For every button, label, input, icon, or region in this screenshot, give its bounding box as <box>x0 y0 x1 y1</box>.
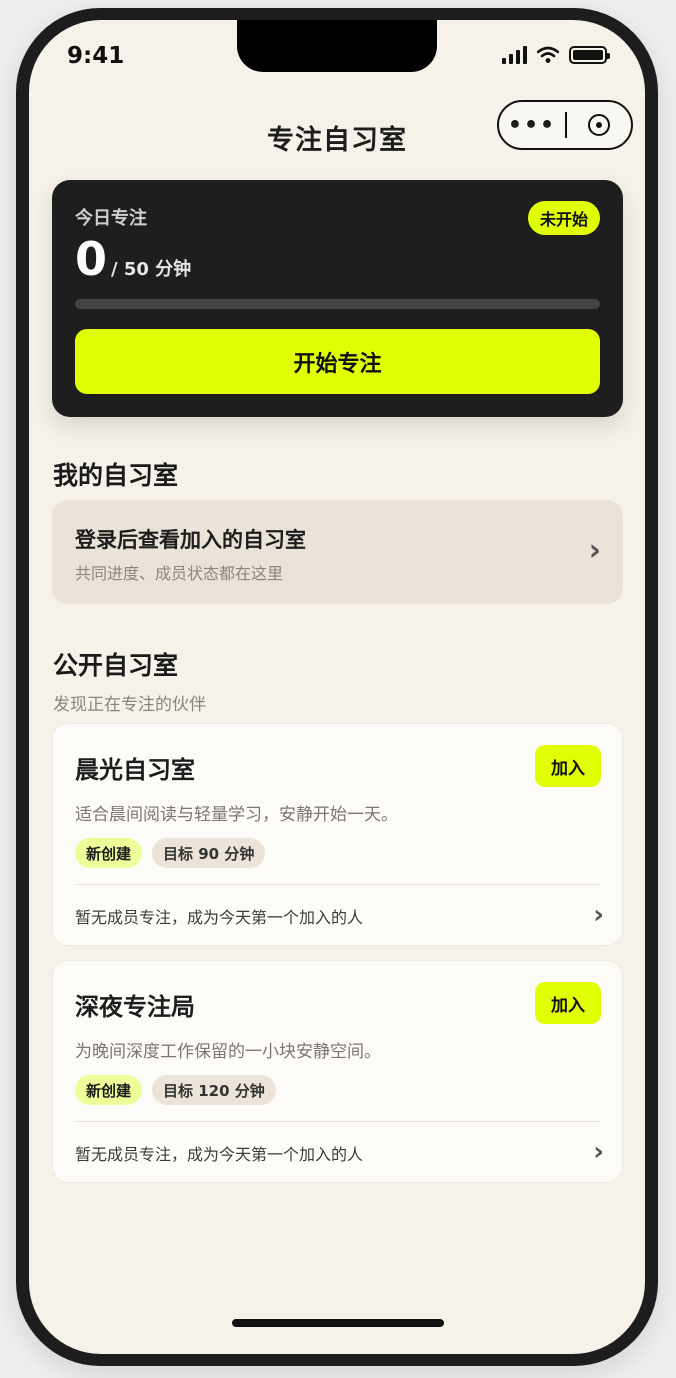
login-prompt-subtitle: 共同进度、成员状态都在这里 <box>75 564 284 583</box>
room-card[interactable]: 晨光自习室 加入 适合晨间阅读与轻量学习，安静开始一天。 新创建 目标 90 分… <box>52 723 623 946</box>
home-indicator <box>232 1319 444 1327</box>
join-button[interactable]: 加入 <box>535 745 601 787</box>
chevron-right-icon: › <box>593 900 604 930</box>
new-tag: 新创建 <box>75 1075 143 1105</box>
wifi-icon <box>537 46 559 63</box>
cellular-signal-icon <box>502 46 527 64</box>
room-divider <box>75 884 601 885</box>
room-description: 适合晨间阅读与轻量学习，安静开始一天。 <box>75 805 398 825</box>
goal-tag: 目标 90 分钟 <box>152 838 266 868</box>
room-description: 为晚间深度工作保留的一小块安静空间。 <box>75 1042 381 1062</box>
login-prompt-card[interactable]: 登录后查看加入的自习室 共同进度、成员状态都在这里 › <box>52 500 623 604</box>
status-badge: 未开始 <box>527 201 600 235</box>
more-menu-button[interactable]: ••• <box>499 113 565 138</box>
room-tags: 新创建 目标 120 分钟 <box>75 1075 276 1105</box>
close-mini-program-button[interactable] <box>567 114 631 136</box>
room-member-status: 暂无成员专注，成为今天第一个加入的人 <box>75 908 364 927</box>
screen: 9:41 专注自习室 ••• 今日专注 未开始 0 / 50 分钟 开始专注 我… <box>29 20 645 1354</box>
status-icons <box>502 46 610 64</box>
battery-icon <box>569 46 610 64</box>
target-icon <box>588 114 610 136</box>
status-time: 9:41 <box>67 43 125 69</box>
phone-frame: 9:41 专注自习室 ••• 今日专注 未开始 0 / 50 分钟 开始专注 我… <box>16 8 658 1366</box>
my-rooms-title: 我的自习室 <box>53 461 179 490</box>
chevron-right-icon: › <box>588 533 601 568</box>
room-name: 晨光自习室 <box>75 756 195 784</box>
today-focus-card: 今日专注 未开始 0 / 50 分钟 开始专注 <box>52 180 623 417</box>
room-card[interactable]: 深夜专注局 加入 为晚间深度工作保留的一小块安静空间。 新创建 目标 120 分… <box>52 960 623 1183</box>
start-focus-button[interactable]: 开始专注 <box>75 329 600 394</box>
login-prompt-title: 登录后查看加入的自习室 <box>75 528 306 552</box>
mini-program-capsule: ••• <box>497 100 633 150</box>
new-tag: 新创建 <box>75 838 143 868</box>
room-tags: 新创建 目标 90 分钟 <box>75 838 266 868</box>
public-rooms-subtitle: 发现正在专注的伙伴 <box>53 695 206 715</box>
focus-minutes: 0 / 50 分钟 <box>75 232 191 286</box>
public-rooms-title: 公开自习室 <box>53 651 179 680</box>
chevron-right-icon: › <box>593 1137 604 1167</box>
goal-tag: 目标 120 分钟 <box>152 1075 276 1105</box>
notch <box>237 20 437 72</box>
room-name: 深夜专注局 <box>75 993 195 1021</box>
room-member-status: 暂无成员专注，成为今天第一个加入的人 <box>75 1145 364 1164</box>
focus-goal-minutes: / 50 分钟 <box>111 259 192 280</box>
join-button[interactable]: 加入 <box>535 982 601 1024</box>
focus-progress-bar <box>75 299 600 309</box>
room-divider <box>75 1121 601 1122</box>
focus-current-minutes: 0 <box>75 232 108 286</box>
today-focus-label: 今日专注 <box>75 208 147 229</box>
